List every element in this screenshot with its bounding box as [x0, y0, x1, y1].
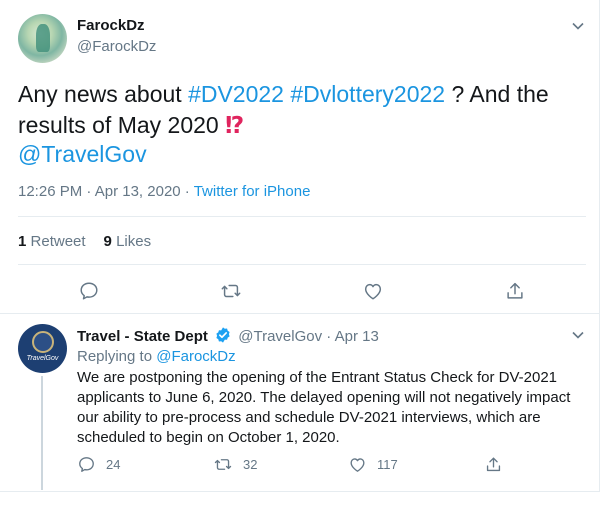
replying-label: Replying to: [77, 348, 157, 365]
reply-author-name[interactable]: Travel - State Dept: [77, 328, 208, 345]
comment-icon: [79, 457, 94, 472]
reply-meta-separator: ·: [322, 328, 335, 345]
reply-author-handle[interactable]: @TravelGov: [238, 328, 322, 345]
interrobang-emoji: ⁉: [225, 112, 245, 138]
divider: [0, 313, 600, 314]
heart-icon: [350, 458, 365, 472]
tweet-text-prefix: Any news about: [18, 81, 189, 107]
chevron-down-icon[interactable]: [570, 327, 586, 343]
hashtag-dvlottery2022[interactable]: #Dvlottery2022: [290, 81, 445, 107]
meta-separator: ·: [180, 183, 194, 200]
divider: [18, 264, 586, 265]
reply-count: 24: [106, 457, 121, 472]
author-name[interactable]: FarockDz: [77, 17, 145, 34]
reply-header: Travel - State Dept @TravelGov · Apr 13: [77, 326, 379, 345]
tweet-text-line2: results of May 2020: [18, 112, 226, 138]
heart-icon[interactable]: [362, 280, 384, 302]
tweet-meta: 12:26 PM · Apr 13, 2020 · Twitter for iP…: [18, 183, 310, 200]
tweet-text-mid: ? And the: [445, 81, 549, 107]
tweet-source[interactable]: Twitter for iPhone: [194, 183, 311, 200]
tweet-date[interactable]: Apr 13, 2020: [95, 183, 181, 200]
reply-author-avatar[interactable]: TravelGov: [18, 324, 67, 373]
reply-like-count: 117: [377, 457, 398, 472]
replying-to-link[interactable]: @FarockDz: [156, 348, 235, 365]
tweet-stats: 1 Retweet 9 Likes: [18, 233, 151, 250]
retweet-icon: [214, 459, 232, 470]
share-icon[interactable]: [504, 280, 526, 302]
avatar-caption: TravelGov: [26, 355, 59, 362]
retweet-icon[interactable]: [220, 280, 242, 302]
divider: [18, 216, 586, 217]
retweet-stat[interactable]: 1 Retweet: [18, 233, 86, 250]
mention-link[interactable]: @TravelGov: [18, 141, 147, 168]
state-dept-seal-icon: [31, 331, 54, 353]
reply-comment-action[interactable]: 24: [77, 455, 120, 474]
reply-like-action[interactable]: 117: [348, 455, 398, 474]
replying-to: Replying to @FarockDz: [77, 348, 236, 365]
reply-text: We are postponing the opening of the Ent…: [77, 369, 571, 446]
like-count: 9: [103, 233, 112, 250]
author-handle[interactable]: @FarockDz: [77, 38, 156, 55]
retweet-count: 1: [18, 233, 27, 250]
reply-date[interactable]: Apr 13: [335, 328, 379, 345]
chevron-down-icon[interactable]: [570, 18, 586, 34]
like-stat[interactable]: 9 Likes: [104, 233, 152, 250]
like-label: Likes: [116, 233, 152, 250]
share-icon: [486, 457, 501, 472]
hashtag-dv2022[interactable]: #DV2022: [188, 81, 284, 107]
meta-separator: ·: [82, 183, 95, 200]
verified-badge-icon: [216, 327, 230, 343]
tweet-time[interactable]: 12:26 PM: [18, 183, 82, 200]
reply-retweet-count: 32: [243, 457, 258, 472]
tweet-text: Any news about #DV2022 #Dvlottery2022 ? …: [18, 79, 578, 141]
retweet-label: Retweet: [30, 233, 86, 250]
reply-share-action[interactable]: [484, 455, 513, 474]
thread-line: [41, 376, 43, 490]
reply-retweet-action[interactable]: 32: [213, 455, 257, 474]
comment-icon[interactable]: [78, 280, 100, 302]
author-avatar[interactable]: [18, 14, 67, 63]
